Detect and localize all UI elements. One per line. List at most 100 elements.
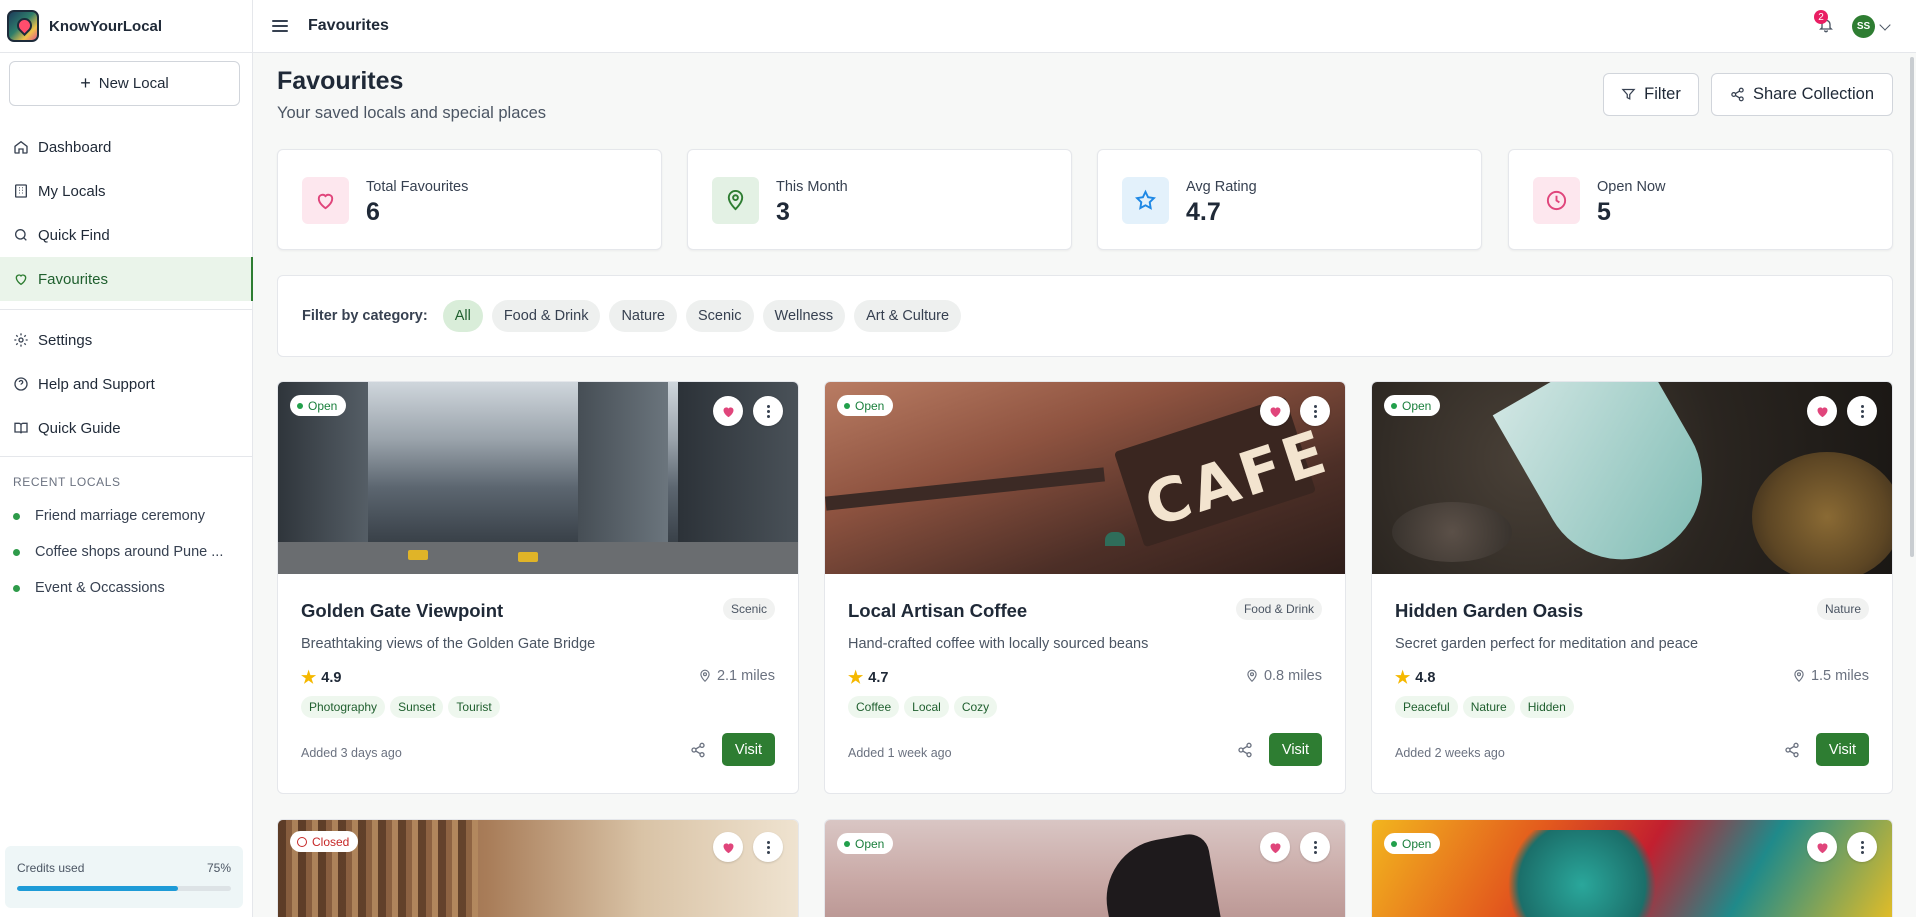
nav-label: My Locals	[38, 182, 106, 200]
nav-item-settings[interactable]: Settings	[0, 318, 253, 362]
more-options-icon[interactable]	[753, 396, 783, 426]
map-pin-icon	[700, 669, 710, 683]
favourite-card[interactable]: Open Hidden Garden Oasis Nature Secret g…	[1371, 381, 1893, 794]
distance: 1.5 miles	[1792, 668, 1869, 684]
category-chip-wellness[interactable]: Wellness	[762, 300, 846, 332]
filter-by-category-label: Filter by category:	[302, 308, 428, 324]
gear-icon	[14, 333, 28, 347]
heart-icon	[302, 177, 349, 224]
visit-button[interactable]: Visit	[722, 733, 775, 766]
nav-item-favourites[interactable]: Favourites	[0, 257, 253, 301]
status-badge: Open	[837, 833, 894, 854]
tag: Sunset	[390, 696, 444, 718]
visit-button[interactable]: Visit	[1269, 733, 1322, 766]
favourite-card[interactable]: Open	[824, 819, 1346, 917]
nav-label: Settings	[38, 331, 93, 349]
app-name: KnowYourLocal	[49, 17, 163, 35]
tag: Tourist	[448, 696, 500, 718]
topbar: Favourites 2 SS	[253, 0, 1916, 53]
credits-panel: Credits used 75%	[5, 846, 243, 908]
brand[interactable]: KnowYourLocal	[0, 0, 252, 53]
chevron-down-icon[interactable]	[1879, 19, 1891, 31]
stat-label: Total Favourites	[366, 179, 469, 195]
share-icon[interactable]	[1784, 742, 1800, 758]
category-chip-all[interactable]: All	[442, 300, 483, 332]
card-title: Hidden Garden Oasis	[1395, 600, 1584, 621]
filter-button-label: Filter	[1644, 85, 1681, 103]
credits-progress-fill	[17, 886, 178, 891]
category-chip-nature[interactable]: Nature	[609, 300, 677, 332]
recent-local-item[interactable]: Event & Occassions	[13, 580, 165, 596]
recent-local-label: Event & Occassions	[35, 580, 165, 596]
unfavourite-button[interactable]	[713, 396, 743, 426]
category-chip-scenic[interactable]: Scenic	[685, 300, 754, 332]
category-chip-art-culture[interactable]: Art & Culture	[854, 300, 962, 332]
tag: Peaceful	[1395, 696, 1458, 718]
added-date: Added 1 week ago	[848, 746, 952, 760]
primary-nav: Dashboard My Locals Quick Find Favourite…	[0, 125, 253, 301]
status-badge: Open	[1384, 395, 1441, 416]
unfavourite-button[interactable]	[713, 832, 743, 862]
status-badge: Closed	[290, 831, 359, 852]
category-chip-food-drink[interactable]: Food & Drink	[491, 300, 601, 332]
more-options-icon[interactable]	[1847, 396, 1877, 426]
share-collection-label: Share Collection	[1752, 85, 1875, 103]
card-image: Open	[825, 820, 1345, 917]
search-icon	[15, 229, 27, 241]
category-badge: Food & Drink	[1235, 598, 1322, 620]
more-options-icon[interactable]	[1300, 396, 1330, 426]
notification-badge: 2	[1814, 10, 1828, 24]
distance: 2.1 miles	[698, 668, 775, 684]
card-image: Open	[278, 382, 798, 574]
nav-item-dashboard[interactable]: Dashboard	[0, 125, 253, 169]
share-collection-button[interactable]: Share Collection	[1711, 73, 1893, 116]
stat-value: 6	[366, 198, 380, 226]
nav-item-help[interactable]: Help and Support	[0, 362, 253, 406]
scrollbar[interactable]	[1910, 57, 1914, 557]
app-logo-icon	[7, 10, 39, 42]
topbar-title: Favourites	[308, 17, 389, 34]
stat-label: Avg Rating	[1186, 179, 1257, 195]
favourite-card[interactable]: Open	[1371, 819, 1893, 917]
more-options-icon[interactable]	[753, 832, 783, 862]
favourite-card[interactable]: Closed	[277, 819, 799, 917]
added-date: Added 2 weeks ago	[1395, 746, 1505, 760]
status-dot	[13, 548, 20, 556]
unfavourite-button[interactable]	[1260, 832, 1290, 862]
nav-item-my-locals[interactable]: My Locals	[0, 169, 253, 213]
new-local-label: New Local	[98, 75, 169, 92]
card-description: Breathtaking views of the Golden Gate Br…	[301, 636, 596, 652]
favourite-card[interactable]: Open Golden Gate Viewpoint Scenic Breath…	[277, 381, 799, 794]
unfavourite-button[interactable]	[1260, 396, 1290, 426]
unfavourite-button[interactable]	[1807, 832, 1837, 862]
card-image: CAFE Open	[825, 382, 1345, 574]
stat-value: 4.7	[1186, 198, 1221, 226]
more-options-icon[interactable]	[1847, 832, 1877, 862]
visit-button[interactable]: Visit	[1816, 733, 1869, 766]
menu-icon[interactable]	[272, 20, 288, 32]
map-pin-icon	[1794, 669, 1804, 683]
tag: Local	[904, 696, 949, 718]
filter-button[interactable]: Filter	[1603, 73, 1699, 116]
clock-icon	[1533, 177, 1580, 224]
recent-local-item[interactable]: Coffee shops around Pune ...	[13, 544, 223, 560]
recent-local-item[interactable]: Friend marriage ceremony	[13, 508, 205, 524]
nav-label: Quick Guide	[38, 419, 121, 437]
unfavourite-button[interactable]	[1807, 396, 1837, 426]
avatar[interactable]: SS	[1852, 15, 1875, 38]
tag-list: Photography Sunset Tourist	[301, 696, 505, 718]
heart-icon	[1270, 842, 1280, 853]
new-local-button[interactable]: + New Local	[9, 61, 240, 106]
nav-item-quick-find[interactable]: Quick Find	[0, 213, 253, 257]
favourite-card[interactable]: CAFE Open Local Artisan Coffee Food & Dr…	[824, 381, 1346, 794]
share-icon[interactable]	[1237, 742, 1253, 758]
rating: ★ 4.8	[1395, 668, 1436, 687]
recent-local-label: Coffee shops around Pune ...	[35, 544, 224, 560]
map-pin-icon	[1247, 669, 1257, 683]
recent-locals-heading: RECENT LOCALS	[13, 475, 121, 489]
home-icon	[14, 140, 28, 154]
more-options-icon[interactable]	[1300, 832, 1330, 862]
share-icon[interactable]	[690, 742, 706, 758]
nav-item-quick-guide[interactable]: Quick Guide	[0, 406, 253, 450]
tag: Cozy	[953, 696, 998, 718]
